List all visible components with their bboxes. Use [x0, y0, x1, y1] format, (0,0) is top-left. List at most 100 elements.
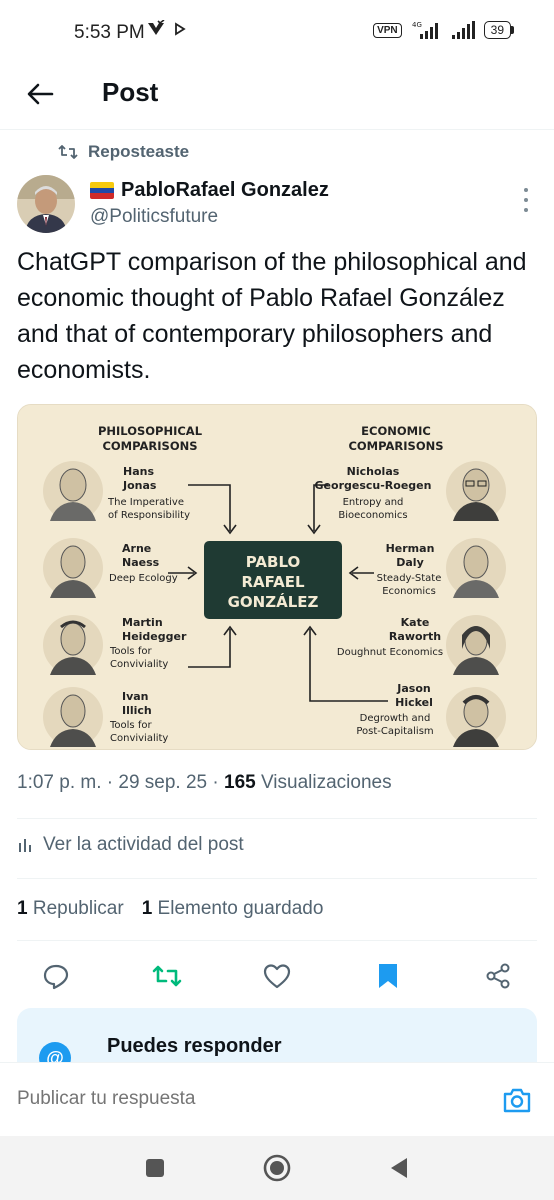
recents-button[interactable]: [140, 1153, 170, 1183]
left-item-3-desc-1: Tools for: [109, 646, 152, 657]
left-item-4-name-2: Illich: [122, 704, 152, 717]
home-button[interactable]: [262, 1153, 292, 1183]
left-item-3-name-2: Heidegger: [122, 630, 187, 643]
nav-home-icon: [263, 1154, 291, 1182]
play-notification-icon: [175, 22, 186, 36]
portrait-arne-naess: [43, 538, 103, 598]
right-heading-line2: COMPARISONS: [348, 439, 443, 453]
portrait-hans-jonas: [43, 461, 103, 521]
page-title: Post: [102, 77, 159, 107]
right-item-2-name-1: Herman: [386, 542, 435, 555]
divider: [17, 818, 537, 819]
reply-button[interactable]: [39, 959, 73, 993]
venezuela-flag-icon: [90, 182, 114, 199]
center-line1: PABLO: [246, 553, 300, 571]
divider: [17, 940, 537, 941]
bookmark-icon: [378, 964, 397, 988]
activity-label: Ver la actividad del post: [43, 834, 244, 855]
views-label: Visualizaciones: [255, 772, 392, 793]
analytics-icon: [19, 839, 31, 852]
right-item-1-desc-1: Entropy and: [343, 497, 404, 508]
avatar[interactable]: [17, 175, 75, 233]
avatar-image: [17, 175, 75, 233]
left-item-4-desc-1: Tools for: [109, 720, 152, 731]
repost-active-icon: [152, 965, 181, 987]
nav-recents-icon: [146, 1159, 164, 1177]
right-item-4-name-2: Hickel: [395, 696, 433, 709]
post-text: ChatGPT comparison of the philosophical …: [17, 248, 527, 384]
portrait-ivan-illich: [43, 687, 103, 747]
portrait-kate-raworth: [446, 615, 506, 675]
left-heading-line2: COMPARISONS: [102, 439, 197, 453]
repost-button[interactable]: [150, 959, 184, 993]
right-heading-line1: ECONOMIC: [361, 424, 431, 438]
bookmarks-count: 1: [141, 898, 153, 919]
post-meta: 1:07 p. m. · 29 sep. 25 · 165 Visualizac…: [17, 772, 392, 794]
back-arrow-icon: [27, 83, 54, 105]
reposts-label: Republicar: [32, 898, 124, 919]
left-item-1-desc-1: The Imperative: [107, 497, 184, 508]
right-item-1-name-1: Nicholas: [347, 465, 400, 478]
left-heading-line1: PHILOSOPHICAL: [98, 424, 203, 438]
signal-icon: 4G: [412, 21, 438, 39]
left-item-3-desc-2: Conviviality: [110, 659, 168, 670]
author-handle[interactable]: @Politicsfuture: [90, 206, 218, 228]
battery-level: 39: [483, 21, 511, 39]
right-item-2-name-2: Daly: [396, 556, 424, 569]
camera-button[interactable]: [500, 1083, 534, 1117]
bookmarks-stat[interactable]: 1 Elemento guardado: [142, 898, 324, 920]
battery-indicator: 39: [483, 21, 514, 39]
post-activity-link[interactable]: Ver la actividad del post: [17, 834, 244, 856]
center-line3: GONZÁLEZ: [228, 592, 319, 611]
center-line2: RAFAEL: [241, 573, 305, 591]
reposts-count: 1: [17, 898, 28, 919]
right-item-4-desc-2: Post-Capitalism: [356, 726, 433, 737]
portrait-jason-hickel: [446, 687, 506, 747]
back-button[interactable]: [22, 76, 58, 112]
right-item-4-name-1: Jason: [396, 682, 430, 695]
left-item-1-name-2: Jonas: [122, 479, 157, 492]
left-item-4-name-1: Ivan: [122, 690, 149, 703]
more-options-button[interactable]: [520, 188, 532, 212]
left-item-3-name-1: Martin: [122, 616, 163, 629]
right-item-3-name-2: Raworth: [389, 630, 441, 643]
verified-notification-icon: [148, 20, 165, 35]
more-icon: [524, 188, 528, 192]
reply-composer: [0, 1062, 554, 1136]
status-notification-icons: [146, 20, 186, 38]
right-item-4-desc-1: Degrowth and: [360, 713, 431, 724]
post-image[interactable]: PHILOSOPHICAL COMPARISONS ECONOMIC COMPA…: [17, 404, 537, 750]
signal-icon-2: [451, 21, 475, 39]
camera-icon: [503, 1088, 531, 1113]
right-item-1-desc-2: Bioeconomics: [338, 510, 407, 521]
author-name[interactable]: PabloRafael Gonzalez: [90, 179, 329, 202]
portrait-nicholas-georgescu-roegen: [446, 461, 506, 521]
post-header: Post: [0, 64, 554, 130]
like-button[interactable]: [260, 959, 294, 993]
left-item-2-name-1: Arne: [122, 542, 151, 555]
post-timestamp: 1:07 p. m. · 29 sep. 25 ·: [17, 772, 224, 793]
portrait-herman-daly: [446, 538, 506, 598]
left-item-1-desc-2: of Responsibility: [108, 510, 190, 521]
repost-indicator[interactable]: Reposteaste: [58, 142, 189, 162]
reposts-stat[interactable]: 1 Republicar: [17, 898, 124, 920]
reply-icon: [43, 964, 69, 990]
reply-input[interactable]: [17, 1088, 457, 1110]
status-system-icons: VPN 4G 39: [373, 20, 514, 40]
bookmark-button[interactable]: [371, 959, 405, 993]
portrait-martin-heidegger: [43, 615, 103, 675]
infographic-svg: PHILOSOPHICAL COMPARISONS ECONOMIC COMPA…: [18, 405, 536, 749]
vpn-badge: VPN: [373, 22, 402, 38]
like-icon: [263, 964, 291, 989]
action-bar: [17, 954, 537, 998]
status-time: 5:53 PM: [74, 22, 145, 43]
right-item-2-desc-1: Steady-State: [377, 573, 442, 584]
views-count: 165: [224, 772, 256, 793]
back-nav-button[interactable]: [384, 1153, 414, 1183]
system-nav-bar: [0, 1136, 554, 1200]
share-button[interactable]: [481, 959, 515, 993]
left-item-1-name-1: Hans: [123, 465, 154, 478]
network-type-label: 4G: [412, 21, 422, 29]
nav-back-icon: [391, 1158, 407, 1178]
repost-label: Reposteaste: [88, 142, 190, 161]
